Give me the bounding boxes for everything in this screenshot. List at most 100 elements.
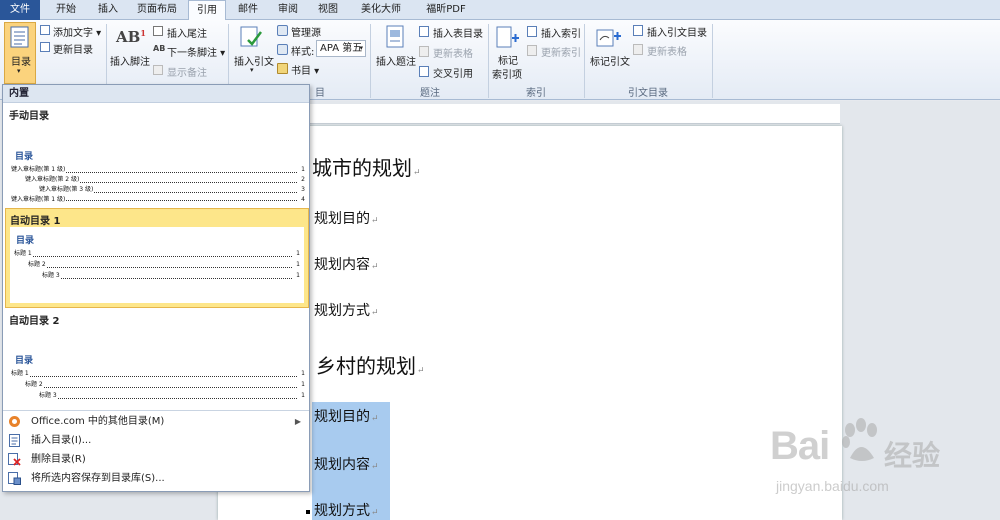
tab-foxit-pdf[interactable]: 福昕PDF bbox=[414, 0, 478, 20]
manual-toc-line: 键入章标题(第 3 级) 3 bbox=[39, 185, 305, 195]
table-of-figures-icon bbox=[419, 26, 429, 37]
caption-group-label: 题注 bbox=[420, 88, 440, 99]
manual-toc-line: 键入章标题(第 1 级) 4 bbox=[11, 195, 305, 203]
insert-footnote-button[interactable]: 插入脚注 bbox=[110, 53, 150, 68]
builtin-section-header: 内置 bbox=[3, 85, 309, 103]
mark-entry-icon bbox=[496, 26, 519, 48]
tab-beautify-master[interactable]: 美化大师 bbox=[350, 0, 412, 20]
auto-toc-2-line: 标题 11 bbox=[11, 369, 305, 379]
add-text-button[interactable]: 添加文字 ▾ bbox=[53, 24, 101, 39]
auto-toc-2-line: 标题 21 bbox=[25, 380, 305, 390]
menu-separator bbox=[3, 410, 309, 411]
remove-toc-icon bbox=[8, 453, 21, 466]
heading-2-purpose[interactable]: 规划目的↵ bbox=[314, 208, 379, 228]
insert-toc-icon bbox=[9, 434, 20, 447]
footnote-icon: AB1 bbox=[116, 28, 146, 46]
auto-toc-1-title: 自动目录 1 bbox=[10, 216, 61, 227]
save-selection-icon bbox=[8, 472, 21, 485]
tab-mailings[interactable]: 邮件 bbox=[230, 0, 266, 20]
show-notes-button[interactable]: 显示备注 bbox=[167, 64, 207, 79]
group-separator bbox=[488, 24, 489, 98]
insert-index-button[interactable]: 插入索引 bbox=[541, 25, 581, 40]
tab-home[interactable]: 开始 bbox=[44, 0, 88, 20]
heading-1-city[interactable]: 城市的规划↵ bbox=[312, 152, 421, 181]
update-index-icon bbox=[527, 45, 537, 56]
cross-reference-icon bbox=[419, 66, 429, 77]
bibliography-button[interactable]: 书目 ▾ bbox=[291, 62, 319, 77]
update-table-icon bbox=[419, 46, 429, 57]
chevron-down-icon: ▾ bbox=[359, 44, 363, 52]
update-toa-button[interactable]: 更新表格 bbox=[647, 43, 687, 58]
menu-item-more-from-office[interactable]: Office.com 中的其他目录(M) ▶ bbox=[3, 412, 309, 431]
update-toc-button[interactable]: 更新目录 bbox=[53, 41, 93, 56]
insert-table-of-figures-button[interactable]: 插入表目录 bbox=[433, 25, 483, 40]
heading-2-content[interactable]: 规划内容↵ bbox=[314, 454, 379, 474]
horizontal-ruler[interactable] bbox=[220, 104, 840, 124]
group-separator bbox=[584, 24, 585, 98]
insert-toa-icon bbox=[633, 25, 643, 36]
chevron-down-icon: ▾ bbox=[250, 66, 254, 74]
insert-caption-icon bbox=[386, 25, 404, 48]
menu-item-label: Office.com 中的其他目录(M) bbox=[31, 416, 165, 427]
tab-insert[interactable]: 插入 bbox=[90, 0, 126, 20]
update-toa-icon bbox=[633, 44, 643, 55]
update-table-button[interactable]: 更新表格 bbox=[433, 45, 473, 60]
add-text-icon bbox=[40, 25, 50, 35]
heading-2-method[interactable]: 规划方式↵ bbox=[314, 300, 379, 320]
toc-icon bbox=[10, 26, 29, 48]
auto-toc-2-title: 自动目录 2 bbox=[9, 316, 60, 327]
insert-citation-icon bbox=[240, 26, 262, 47]
heading-2-purpose[interactable]: 规划目的↵ bbox=[314, 406, 379, 426]
menu-item-label: 删除目录(R) bbox=[31, 454, 86, 465]
mark-entry-button-line2[interactable]: 索引项 bbox=[492, 66, 522, 81]
insert-index-icon bbox=[527, 26, 537, 37]
insert-citation-button[interactable]: 插入引文 bbox=[234, 53, 274, 68]
heading-1-village[interactable]: 乡村的规划↵ bbox=[316, 350, 425, 379]
style-label: 样式: bbox=[291, 47, 315, 58]
insert-endnote-button[interactable]: 插入尾注 bbox=[167, 25, 207, 40]
mark-citation-icon bbox=[596, 29, 621, 47]
toc-button[interactable]: 目录 ▾ bbox=[4, 22, 36, 84]
index-group-label: 索引 bbox=[526, 88, 546, 99]
toa-group-label: 引文目录 bbox=[628, 88, 668, 99]
menu-item-remove-toc[interactable]: 删除目录(R) bbox=[3, 450, 309, 469]
mark-citation-button[interactable]: 标记引文 bbox=[590, 53, 630, 68]
auto-toc-1-line: 标题 21 bbox=[28, 260, 300, 270]
update-index-button[interactable]: 更新索引 bbox=[541, 44, 581, 59]
insert-caption-button[interactable]: 插入题注 bbox=[376, 53, 416, 68]
show-notes-icon bbox=[153, 65, 163, 75]
heading-2-method[interactable]: 规划方式↵ bbox=[314, 500, 379, 520]
menu-item-insert-toc[interactable]: 插入目录(I)... bbox=[3, 431, 309, 450]
manage-sources-button[interactable]: 管理源 bbox=[291, 24, 321, 39]
style-select[interactable]: APA 第五 ▾ bbox=[316, 40, 366, 57]
tab-file[interactable]: 文件 bbox=[0, 0, 40, 20]
tab-page-layout[interactable]: 页面布局 bbox=[128, 0, 186, 20]
baidu-jingyan-watermark: Bai 经验 jingyan.baidu.com bbox=[770, 410, 990, 510]
style-icon bbox=[277, 44, 288, 55]
manual-toc-line: 键入章标题(第 1 级) 1 bbox=[11, 165, 305, 175]
heading-2-content[interactable]: 规划内容↵ bbox=[314, 254, 379, 274]
auto-toc-2-line: 标题 31 bbox=[39, 391, 305, 401]
auto-toc-1-preview-heading: 目录 bbox=[16, 236, 35, 246]
tab-view[interactable]: 视图 bbox=[310, 0, 346, 20]
next-footnote-icon: AB bbox=[153, 44, 166, 53]
ribbon-tab-bar: 文件 开始 插入 页面布局 引用 邮件 审阅 视图 美化大师 福昕PDF bbox=[0, 0, 1000, 21]
group-separator bbox=[712, 24, 713, 98]
office-icon bbox=[9, 416, 20, 427]
tab-review[interactable]: 审阅 bbox=[270, 0, 306, 20]
mark-entry-button-line1[interactable]: 标记 bbox=[498, 52, 518, 67]
auto-toc-1-preview: 目录 标题 11 标题 21 标题 31 bbox=[10, 227, 304, 303]
menu-item-save-selection[interactable]: 将所选内容保存到目录库(S)... bbox=[3, 469, 309, 488]
auto-toc-1-line: 标题 11 bbox=[14, 249, 300, 259]
citation-group-label: 目 bbox=[315, 88, 325, 99]
manage-sources-icon bbox=[277, 25, 288, 36]
watermark-brand-right: 经验 bbox=[884, 439, 941, 472]
manual-toc-preview-heading: 目录 bbox=[15, 152, 34, 162]
auto-toc-1-option[interactable]: 自动目录 1 目录 标题 11 标题 21 标题 31 bbox=[5, 208, 309, 308]
list-bullet bbox=[306, 510, 310, 514]
tab-references[interactable]: 引用 bbox=[188, 0, 226, 21]
style-select-value: APA 第五 bbox=[320, 43, 363, 54]
cross-reference-button[interactable]: 交叉引用 bbox=[433, 65, 473, 80]
next-footnote-button[interactable]: 下一条脚注 ▾ bbox=[167, 44, 225, 59]
insert-toa-button[interactable]: 插入引文目录 bbox=[647, 24, 707, 39]
